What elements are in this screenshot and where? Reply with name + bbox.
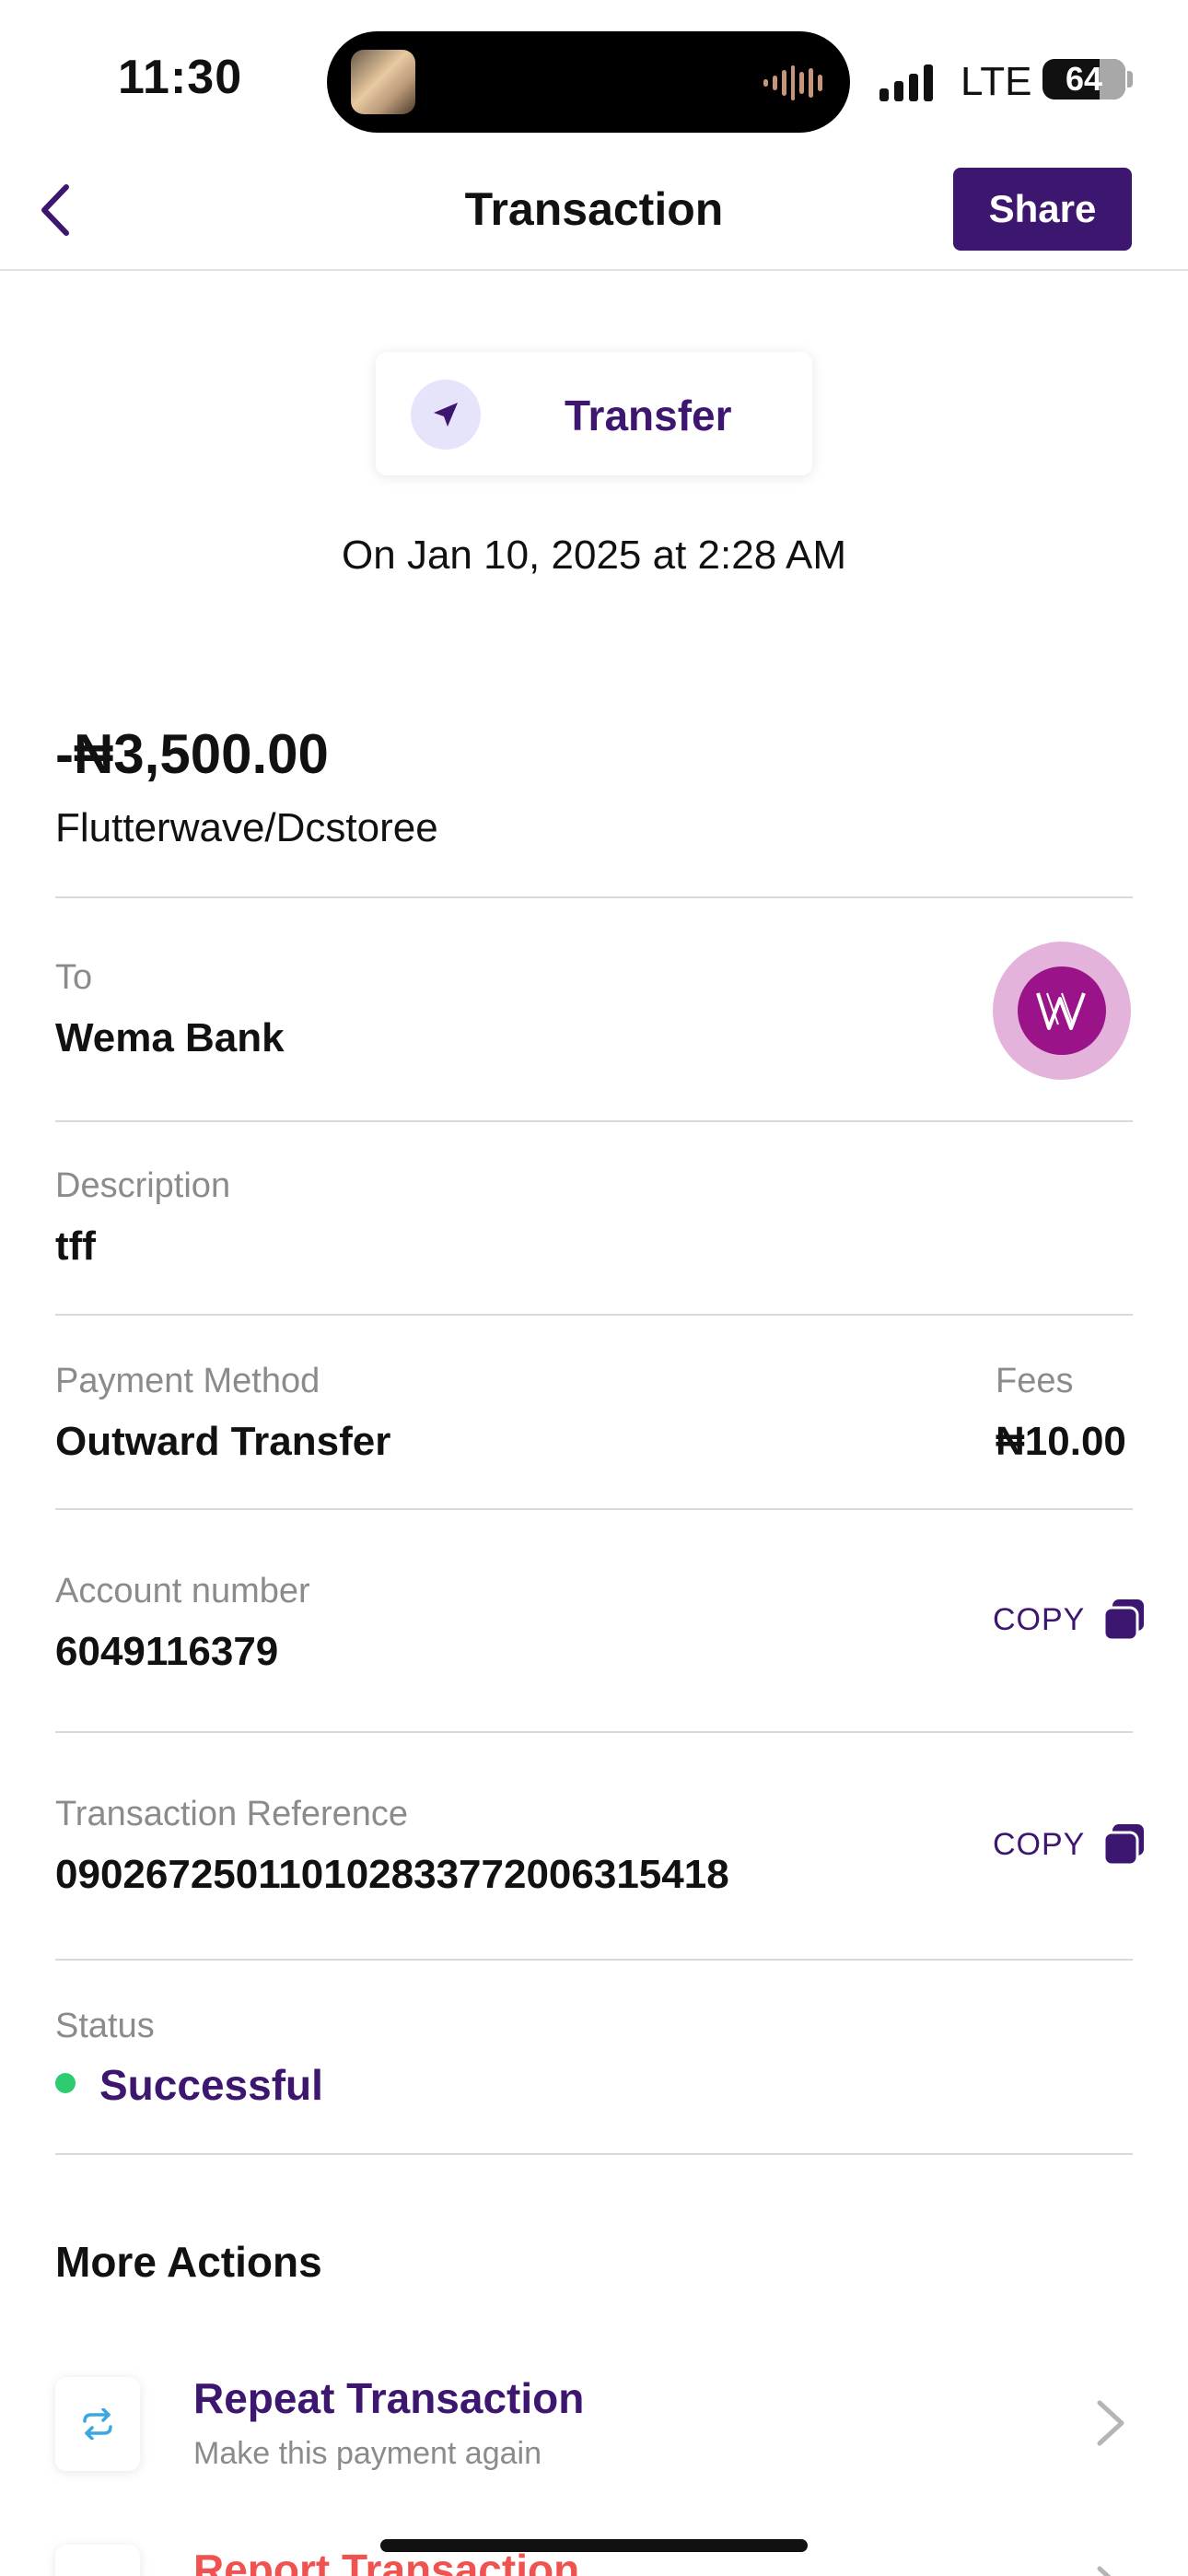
transaction-details-screen: 11:30 LTE 64 Transaction Share Transfer … xyxy=(0,0,1188,2576)
copy-label: COPY xyxy=(993,1826,1086,1862)
repeat-icon xyxy=(55,2377,140,2471)
battery-level: 64 xyxy=(1065,60,1103,98)
copy-icon xyxy=(1102,1824,1145,1867)
status-value: Successful xyxy=(99,2061,323,2109)
success-dot-icon xyxy=(55,2073,76,2093)
battery-icon: 64 xyxy=(1042,59,1125,100)
chevron-right-icon xyxy=(1097,2566,1112,2576)
battery-tip xyxy=(1127,71,1133,88)
cellular-signal-icon xyxy=(879,61,933,101)
account-number-value: 6049116379 xyxy=(55,1629,279,1674)
home-indicator[interactable] xyxy=(380,2539,808,2552)
share-button[interactable]: Share xyxy=(953,168,1132,251)
status-time: 11:30 xyxy=(118,51,243,104)
divider xyxy=(55,1508,1133,1510)
description-label: Description xyxy=(55,1166,231,1205)
fees-label: Fees xyxy=(996,1362,1074,1400)
transaction-type-badge: Transfer xyxy=(376,352,812,475)
send-arrow-icon xyxy=(411,380,481,450)
transaction-reference-value: 090267250110102833772006315418 xyxy=(55,1852,729,1897)
payment-method-value: Outward Transfer xyxy=(55,1419,391,1464)
audio-waveform-icon xyxy=(763,64,823,101)
divider xyxy=(55,2153,1133,2155)
account-number-label: Account number xyxy=(55,1572,310,1610)
now-playing-thumbnail xyxy=(351,50,415,114)
action-title: Repeat Transaction xyxy=(193,2374,585,2422)
copy-reference-button[interactable]: COPY xyxy=(993,1822,1147,1867)
payment-method-label: Payment Method xyxy=(55,1362,320,1400)
copy-icon xyxy=(1102,1599,1145,1642)
to-label: To xyxy=(55,958,93,997)
copy-label: COPY xyxy=(993,1601,1086,1637)
transaction-type-label: Transfer xyxy=(565,392,732,439)
transaction-amount: -₦3,500.00 xyxy=(55,723,329,785)
status-label: Status xyxy=(55,2007,155,2045)
description-value: tff xyxy=(55,1224,96,1269)
chevron-right-icon xyxy=(1097,2400,1124,2446)
status-bar: 11:30 LTE 64 xyxy=(0,0,1188,157)
more-actions-title: More Actions xyxy=(55,2238,322,2286)
transaction-date: On Jan 10, 2025 at 2:28 AM xyxy=(342,533,846,578)
divider xyxy=(55,896,1133,898)
copy-account-number-button[interactable]: COPY xyxy=(993,1598,1147,1642)
transaction-reference-label: Transaction Reference xyxy=(55,1795,409,1833)
divider xyxy=(55,1731,1133,1733)
dynamic-island[interactable] xyxy=(327,31,850,133)
fees-value: ₦10.00 xyxy=(996,1419,1126,1464)
divider xyxy=(55,1959,1133,1961)
repeat-transaction-action[interactable]: Repeat Transaction Make this payment aga… xyxy=(0,2364,1188,2502)
action-subtitle: Make this payment again xyxy=(193,2436,542,2471)
merchant-name: Flutterwave/Dcstoree xyxy=(55,805,438,850)
to-value: Wema Bank xyxy=(55,1015,285,1060)
divider xyxy=(55,1120,1133,1122)
report-icon xyxy=(55,2545,140,2576)
wema-bank-logo xyxy=(993,942,1131,1080)
wema-logo-icon xyxy=(1036,992,1086,1030)
divider xyxy=(55,1314,1133,1316)
network-type: LTE xyxy=(961,59,1032,104)
navigation-bar: Transaction Share xyxy=(0,157,1188,271)
